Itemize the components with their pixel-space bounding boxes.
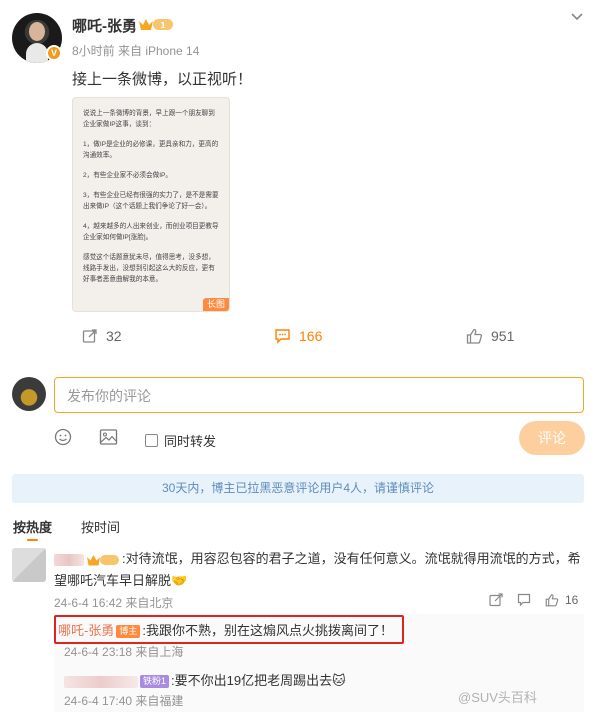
fan-tag: 铁粉1	[140, 675, 170, 688]
long-image-paragraph: 说说上一条微博的背景，早上跟一个朋友聊到企业家做IP这事，谈到：	[83, 110, 215, 128]
chevron-down-icon[interactable]	[570, 10, 584, 24]
comment-text-block: :对待流氓，用容忍包容的君子之道，没有任何意义。流氓就得用流氓的方式，希望哪吒汽…	[54, 548, 584, 592]
user-avatar[interactable]	[12, 377, 46, 411]
repost-icon	[82, 329, 97, 343]
long-image-paragraph: 2，有些企业家不必须会做IP。	[83, 172, 173, 179]
reply-author-name-blurred[interactable]	[64, 675, 138, 688]
comment-text: :对待流氓，用容忍包容的君子之道，没有任何意义。流氓就得用流氓的方式，希望哪吒汽…	[54, 551, 581, 588]
submit-comment-button[interactable]: 评论	[519, 421, 585, 455]
comment-like-button[interactable]: 16	[545, 593, 578, 607]
reply-text: :要不你出19亿把老周踢出去🐱	[171, 673, 346, 688]
comment-meta: 24-6-4 16:42 来自北京	[54, 596, 174, 610]
svg-text:1: 1	[160, 21, 166, 30]
repost-checkbox-label: 同时转发	[164, 434, 217, 449]
image-upload-icon[interactable]	[99, 428, 118, 446]
repost-button[interactable]: 32	[82, 328, 122, 344]
post-text: 接上一条微博，以正视听！	[72, 71, 253, 88]
verified-badge-icon: V	[46, 45, 62, 61]
comment-button[interactable]: 166	[274, 328, 322, 344]
vip-crown-icon: 1	[139, 19, 173, 30]
vip-crown-icon	[87, 554, 119, 566]
checkbox-box[interactable]	[145, 434, 158, 447]
thumbs-up-icon	[466, 328, 483, 344]
sort-time-tab[interactable]: 按时间	[81, 517, 120, 536]
share-icon[interactable]	[489, 593, 503, 607]
comment-icon	[275, 329, 290, 344]
like-button[interactable]: 951	[466, 328, 514, 344]
reply-meta: 24-6-4 17:40 来自福建	[64, 694, 184, 708]
post-meta: 8小时前 来自 iPhone 14	[72, 44, 200, 58]
long-image[interactable]: 说说上一条微博的背景，早上跟一个朋友聊到企业家做IP这事，谈到： 1，做IP是企…	[72, 97, 230, 312]
long-image-tag: 长图	[202, 298, 229, 311]
notice-banner: 30天内，博主已拉黑恶意评论用户4人，请谨慎评论	[12, 474, 584, 503]
commenter-name-blurred[interactable]	[54, 553, 84, 566]
reply-meta: 24-6-4 23:18 来自上海	[64, 645, 184, 659]
long-image-paragraph: 感觉这个话题意犹未尽，值得思考，没多想，线路手发出，没想到引起这么大的反应，更有…	[83, 254, 215, 283]
long-image-paragraph: 4，越来越多的人出来创业，而创业项目更教导企业家如何做IP[涨脸]。	[83, 223, 219, 241]
comment-like-count: 16	[565, 593, 579, 607]
like-count: 951	[491, 328, 515, 344]
reply-item: 铁粉1:要不你出19亿把老周踢出去🐱	[64, 670, 346, 689]
sort-hot-tab[interactable]: 按热度	[13, 517, 52, 541]
comment-input[interactable]: 发布你的评论	[54, 377, 584, 413]
repost-count: 32	[106, 328, 122, 344]
thumbs-up-icon	[545, 594, 559, 607]
highlight-box	[54, 615, 404, 644]
comment-count: 166	[299, 328, 323, 344]
author-name[interactable]: 哪吒-张勇	[72, 15, 137, 36]
commenter-avatar[interactable]	[12, 548, 46, 582]
reply-icon[interactable]	[517, 593, 531, 607]
long-image-paragraph: 1，做IP是企业的必修课，更具亲和力，更高的沟通效率。	[83, 141, 219, 159]
watermark: @SUV头百科	[458, 690, 537, 705]
emoji-icon[interactable]	[54, 428, 72, 446]
repost-checkbox[interactable]: 同时转发	[145, 431, 216, 450]
long-image-paragraph: 3，有些企业已经有很强的实力了，是不是需要出来做IP（这个话题上我们争论了好一会…	[83, 192, 219, 210]
